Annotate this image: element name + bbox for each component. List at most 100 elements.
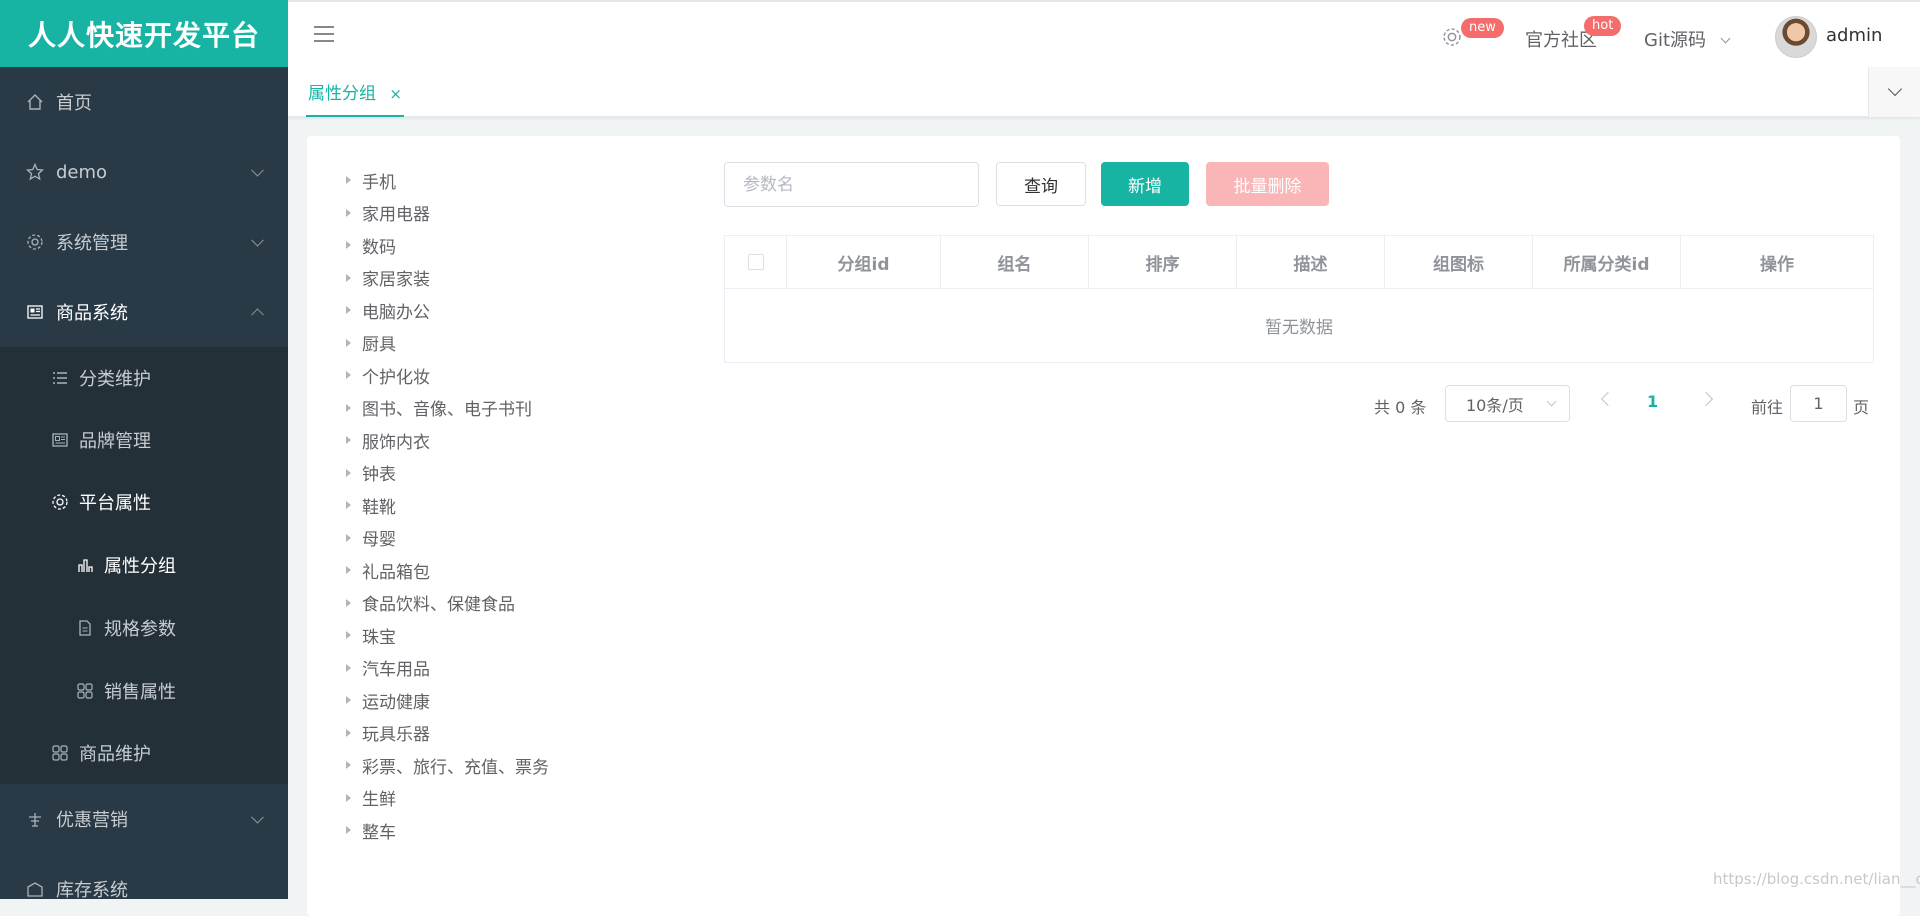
attr-group-table: 分组id 组名 排序 描述 组图标 所属分类id 操作 暂无数据 <box>724 235 1874 363</box>
caret-right-icon[interactable] <box>346 273 351 282</box>
git-source-dropdown[interactable]: Git源码 <box>1644 26 1731 52</box>
current-page[interactable]: 1 <box>1647 392 1658 411</box>
caret-right-icon[interactable] <box>346 793 351 802</box>
caret-right-icon[interactable] <box>346 468 351 477</box>
tree-node[interactable]: 玩具乐器 <box>343 717 549 750</box>
tree-node-label: 生鲜 <box>362 790 396 811</box>
empty-text: 暂无数据 <box>1265 318 1333 338</box>
caret-right-icon[interactable] <box>346 696 351 705</box>
tree-node[interactable]: 珠宝 <box>343 619 549 652</box>
column-header[interactable]: 排序 <box>1089 236 1237 288</box>
caret-right-icon[interactable] <box>346 663 351 672</box>
tree-node[interactable]: 服饰内衣 <box>343 424 549 457</box>
param-name-input[interactable] <box>724 162 979 207</box>
prev-page-icon[interactable] <box>1600 391 1616 407</box>
column-header[interactable]: 描述 <box>1237 236 1385 288</box>
caret-right-icon[interactable] <box>346 566 351 575</box>
caret-right-icon[interactable] <box>346 728 351 737</box>
caret-right-icon[interactable] <box>346 631 351 640</box>
column-header[interactable]: 组图标 <box>1385 236 1533 288</box>
sidebar-item-category[interactable]: 分类维护 <box>0 347 288 409</box>
chevron-down-icon <box>1546 396 1557 407</box>
caret-right-icon[interactable] <box>346 208 351 217</box>
tree-node[interactable]: 礼品箱包 <box>343 554 549 587</box>
select-all-checkbox[interactable] <box>747 254 764 270</box>
goods-submenu: 分类维护 品牌管理 平台属性 属性分组 规格参数 销售属性 商品维护 <box>0 347 288 784</box>
tree-node[interactable]: 汽车用品 <box>343 652 549 685</box>
caret-right-icon[interactable] <box>346 176 351 185</box>
column-header[interactable]: 操作 <box>1681 236 1873 288</box>
tree-node[interactable]: 母婴 <box>343 522 549 555</box>
tree-node[interactable]: 彩票、旅行、充值、票务 <box>343 749 549 782</box>
theme-settings[interactable]: new <box>1441 18 1504 52</box>
column-header[interactable]: 所属分类id <box>1533 236 1681 288</box>
query-button[interactable]: 查询 <box>996 162 1086 206</box>
caret-right-icon[interactable] <box>346 241 351 250</box>
tree-node[interactable]: 钟表 <box>343 457 549 490</box>
sidebar-item-home[interactable]: 首页 <box>0 67 288 137</box>
page-size-select[interactable]: 10条/页 <box>1445 385 1570 422</box>
tree-node[interactable]: 数码 <box>343 229 549 262</box>
caret-right-icon[interactable] <box>346 826 351 835</box>
tree-node[interactable]: 家居家装 <box>343 262 549 295</box>
picture-icon <box>49 429 71 451</box>
add-button[interactable]: 新增 <box>1101 162 1189 206</box>
column-header[interactable]: 组名 <box>941 236 1089 288</box>
tree-node[interactable]: 运动健康 <box>343 684 549 717</box>
tree-node[interactable]: 生鲜 <box>343 782 549 815</box>
caret-right-icon[interactable] <box>346 338 351 347</box>
tree-node[interactable]: 家用电器 <box>343 197 549 230</box>
avatar[interactable] <box>1775 16 1817 58</box>
main-card: 手机 家用电器 数码家居家装电脑办公 厨具 个护化妆 图书、音像、电子书刊 服饰内衣 钟表 鞋靴… <box>307 136 1900 916</box>
tree-node[interactable]: 个护化妆 <box>343 359 549 392</box>
close-icon[interactable]: × <box>389 85 402 103</box>
tree-node-label: 汽车用品 <box>362 660 430 681</box>
tab-attr-group[interactable]: 属性分组 × <box>306 79 404 117</box>
sidebar-item-marketing[interactable]: 优惠营销 <box>0 784 288 854</box>
select-all-cell <box>725 236 787 288</box>
next-page-icon[interactable] <box>1698 391 1714 407</box>
column-header[interactable]: 分组id <box>787 236 941 288</box>
menu-toggle-icon[interactable] <box>314 26 334 44</box>
sidebar-item-warehouse[interactable]: 库存系统 <box>0 854 288 899</box>
tree-node[interactable]: 图书、音像、电子书刊 <box>343 392 549 425</box>
tree-node-label: 彩票、旅行、充值、票务 <box>362 757 549 778</box>
tree-node[interactable]: 鞋靴 <box>343 489 549 522</box>
sidebar-item-platform-attr[interactable]: 平台属性 <box>0 471 288 533</box>
list-icon <box>49 367 71 389</box>
caret-right-icon[interactable] <box>346 403 351 412</box>
sidebar-item-goods-maintain[interactable]: 商品维护 <box>0 722 288 784</box>
page-unit-label: 页 <box>1853 398 1870 417</box>
marketing-icon <box>24 808 46 830</box>
tree-node[interactable]: 整车 <box>343 814 549 847</box>
batch-delete-button[interactable]: 批量删除 <box>1206 162 1329 206</box>
tree-node[interactable]: 手机 <box>343 164 549 197</box>
sidebar-item-spec-param[interactable]: 规格参数 <box>0 596 288 659</box>
caret-right-icon[interactable] <box>346 371 351 380</box>
caret-right-icon[interactable] <box>346 306 351 315</box>
sidebar-item-demo[interactable]: demo <box>0 137 288 207</box>
tree-node-label: 运动健康 <box>362 692 430 713</box>
caret-right-icon[interactable] <box>346 533 351 542</box>
tree-node[interactable]: 电脑办公 <box>343 294 549 327</box>
tree-node[interactable]: 食品饮料、保健食品 <box>343 587 549 620</box>
tabs-dropdown-button[interactable] <box>1868 67 1920 117</box>
tree-node-label: 食品饮料、保健食品 <box>362 595 515 616</box>
caret-right-icon[interactable] <box>346 761 351 770</box>
caret-right-icon[interactable] <box>346 436 351 445</box>
gear-icon <box>24 231 46 253</box>
grid-icon <box>74 680 96 702</box>
sidebar-item-goods[interactable]: 商品系统 <box>0 277 288 347</box>
username[interactable]: admin <box>1826 25 1882 46</box>
sidebar-item-sale-attr[interactable]: 销售属性 <box>0 659 288 722</box>
tree-node[interactable]: 厨具 <box>343 327 549 360</box>
grid-icon <box>49 742 71 764</box>
tree-node-label: 家居家装 <box>362 270 430 291</box>
sidebar-item-attr-group[interactable]: 属性分组 <box>0 533 288 596</box>
caret-right-icon[interactable] <box>346 501 351 510</box>
category-tree: 手机 家用电器 数码家居家装电脑办公 厨具 个护化妆 图书、音像、电子书刊 服饰内衣 钟表 鞋靴… <box>343 164 549 847</box>
goto-page-input[interactable] <box>1790 385 1847 422</box>
sidebar-item-brand[interactable]: 品牌管理 <box>0 409 288 471</box>
caret-right-icon[interactable] <box>346 598 351 607</box>
sidebar-item-system[interactable]: 系统管理 <box>0 207 288 277</box>
